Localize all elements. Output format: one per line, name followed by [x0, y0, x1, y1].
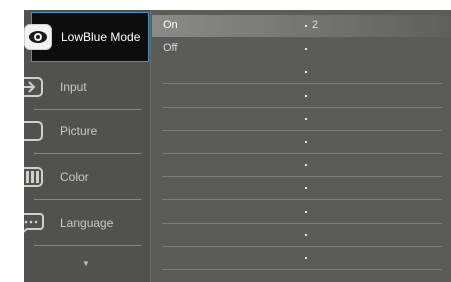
level-scale-line	[162, 153, 442, 154]
level-value: 2	[312, 19, 319, 31]
submenu-panel: On 2 Off	[152, 10, 451, 282]
level-tick-dot	[305, 141, 307, 143]
level-scale-line	[162, 199, 442, 200]
level-scale-line	[162, 83, 442, 84]
menu-divider	[34, 153, 141, 154]
level-scale-line	[162, 176, 442, 177]
level-tick-dot	[305, 164, 307, 166]
menu-item-label: Language	[60, 216, 114, 230]
level-tick-dot	[305, 71, 307, 73]
menu-item-input[interactable]: Input	[24, 66, 151, 110]
menu-item-label: Input	[60, 80, 87, 94]
menu-item-label: Picture	[60, 124, 98, 138]
level-tick-dot	[305, 25, 307, 27]
level-scale-line	[162, 269, 442, 270]
level-tick-dot	[305, 234, 307, 236]
eye-icon	[24, 24, 52, 50]
level-tick-dot	[305, 95, 307, 97]
level-scale-line	[162, 223, 442, 224]
level-tick-dot	[305, 257, 307, 259]
panel-divider	[150, 10, 151, 282]
osd-menu: LowBlue Mode Input Picture Color Languag…	[24, 10, 451, 282]
level-tick-dot	[305, 187, 307, 189]
level-scale-line	[162, 107, 442, 108]
menu-item-label: Color	[60, 170, 89, 184]
input-arrow-icon	[24, 76, 44, 98]
option-label: Off	[163, 42, 178, 54]
option-label: On	[163, 19, 178, 31]
main-menu-sidebar: LowBlue Mode Input Picture Color Languag…	[24, 10, 151, 282]
option-off[interactable]: Off	[152, 38, 451, 60]
menu-item-picture[interactable]: Picture	[24, 110, 151, 154]
level-scale-line	[162, 130, 442, 131]
menu-item-language[interactable]: Language	[24, 202, 151, 246]
level-scale-line	[162, 246, 442, 247]
level-tick-dot	[305, 118, 307, 120]
triangle-down-icon[interactable]: ▼	[82, 259, 90, 268]
option-on[interactable]: On 2	[152, 15, 451, 37]
level-tick-dot	[305, 48, 307, 50]
speech-bubble-icon	[24, 212, 44, 234]
menu-divider	[34, 199, 141, 200]
menu-item-lowblue-mode[interactable]: LowBlue Mode	[24, 12, 149, 62]
picture-icon	[24, 120, 44, 142]
menu-item-label: LowBlue Mode	[61, 30, 141, 44]
menu-item-color[interactable]: Color	[24, 156, 151, 200]
menu-divider	[34, 245, 141, 246]
color-bars-icon	[24, 166, 44, 188]
level-tick-dot	[305, 211, 307, 213]
